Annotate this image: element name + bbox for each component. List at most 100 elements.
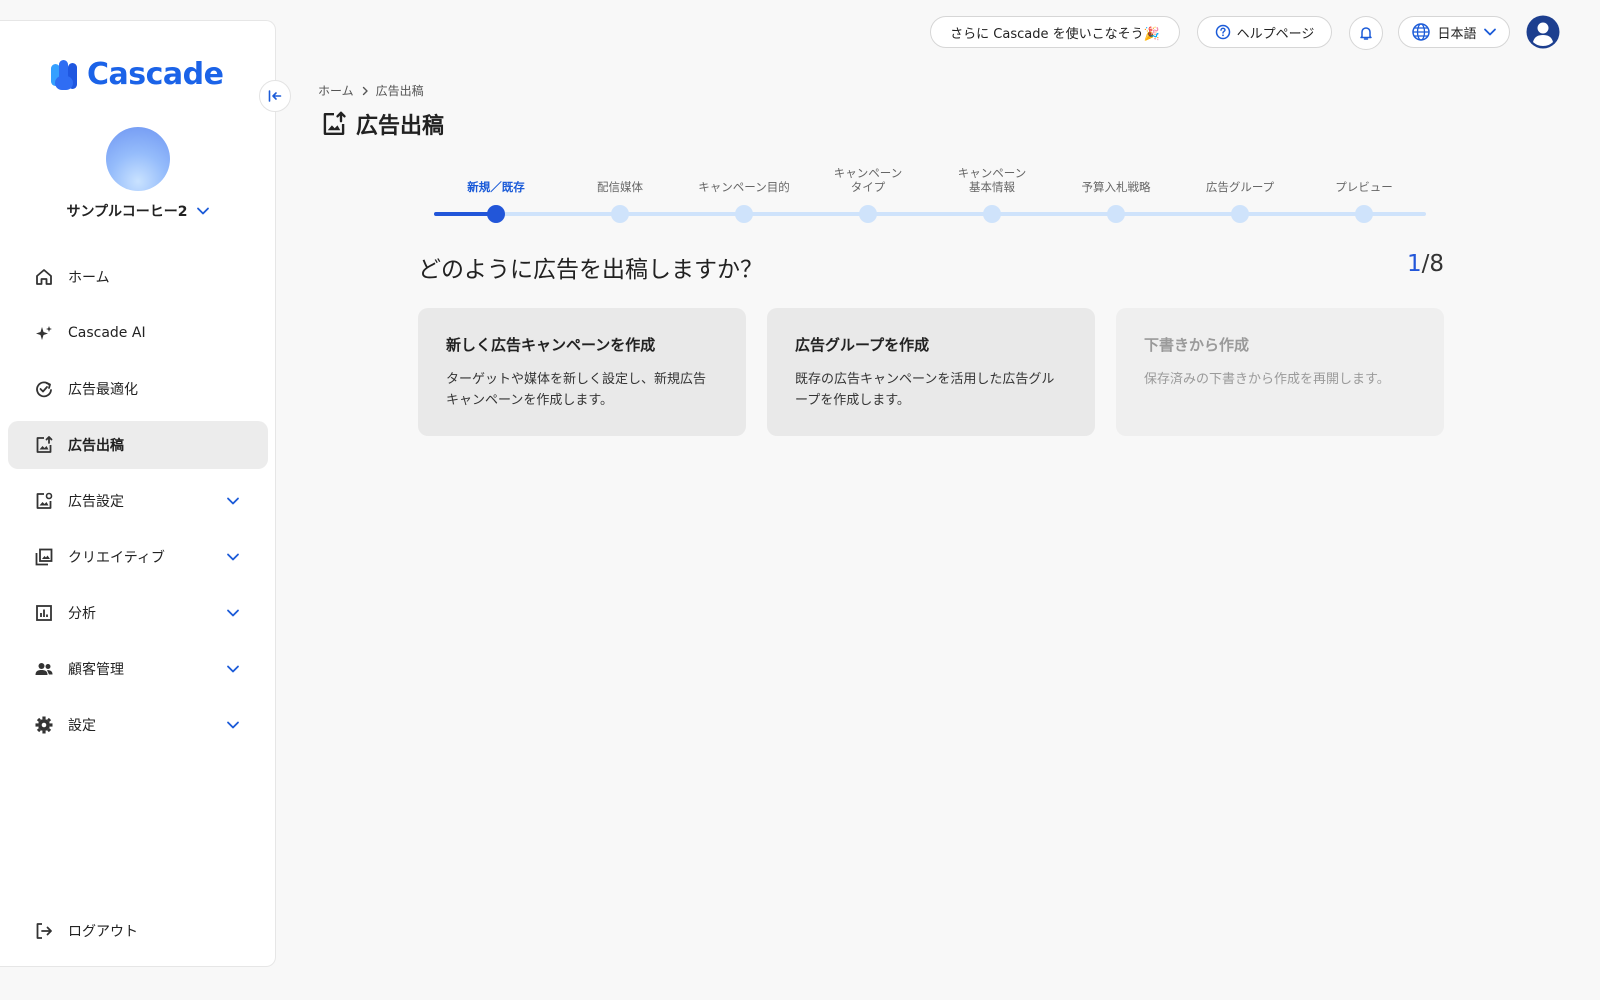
- option-title: 広告グループを作成: [795, 336, 930, 354]
- breadcrumb: ホーム 広告出稿: [318, 82, 424, 99]
- step-label-line1: キャンペーン: [957, 166, 1027, 180]
- sidebar-item-home[interactable]: ホーム: [8, 253, 268, 301]
- sidebar-item-label: 分析: [68, 606, 96, 622]
- sidebar-item-settings[interactable]: 設定: [8, 701, 268, 749]
- sidebar-item-ad-optimization[interactable]: 広告最適化: [8, 365, 268, 413]
- language-selector[interactable]: 日本語: [1398, 16, 1510, 48]
- step-label-line1: キャンペーン: [833, 166, 903, 180]
- option-from-draft-card: 下書きから作成 保存済みの下書きから作成を再開します。: [1116, 308, 1444, 436]
- step-dot: [611, 205, 629, 223]
- sidebar-item-creative[interactable]: クリエイティブ: [8, 533, 268, 581]
- step-label: キャンペーン 基本情報: [937, 166, 1047, 194]
- collapse-left-icon: [268, 90, 282, 102]
- breadcrumb-home[interactable]: ホーム: [318, 82, 354, 99]
- sparkle-icon: [34, 323, 54, 343]
- breadcrumb-current: 広告出稿: [375, 84, 424, 98]
- chevron-down-icon: [196, 207, 209, 215]
- option-ad-group-card[interactable]: 広告グループを作成 既存の広告キャンペーンを活用した広告グループを作成します。: [767, 308, 1095, 436]
- account-avatar: [106, 127, 170, 191]
- logout-label: ログアウト: [68, 924, 138, 940]
- sidebar-item-label: クリエイティブ: [68, 550, 165, 566]
- step-label: キャンペーン目的: [689, 180, 799, 194]
- step-label-line1: 予算入札戦略: [1081, 180, 1151, 194]
- step-counter: 1/8: [1390, 251, 1444, 277]
- globe-icon: [1412, 23, 1431, 41]
- step-label: キャンペーン タイプ: [813, 166, 923, 194]
- ad-settings-icon: [34, 491, 54, 511]
- notifications-button[interactable]: [1349, 16, 1383, 50]
- option-title: 下書きから作成: [1144, 336, 1250, 354]
- page-title: 広告出稿: [320, 108, 444, 140]
- sidebar-item-label: 広告設定: [68, 494, 124, 510]
- sidebar-item-label: 広告出稿: [68, 438, 124, 454]
- sidebar-item-customers[interactable]: 顧客管理: [8, 645, 268, 693]
- sidebar-item-cascade-ai[interactable]: Cascade AI: [8, 309, 268, 357]
- language-label: 日本語: [1437, 26, 1477, 42]
- chevron-down-icon: [227, 609, 239, 617]
- brand-logo[interactable]: Cascade: [51, 57, 224, 92]
- help-page-button[interactable]: ヘルプページ: [1197, 16, 1332, 48]
- sidebar-nav: ホーム Cascade AI 広告最適化 広告出稿 広告設定 クリエイティブ 分…: [8, 253, 268, 757]
- help-label: ヘルプページ: [1236, 26, 1315, 42]
- option-description: ターゲットや媒体を新しく設定し、新規広告キャンペーンを作成します。: [446, 372, 707, 408]
- step-dot: [1355, 205, 1373, 223]
- step-label-line1: 配信媒体: [597, 180, 643, 194]
- chevron-right-icon: [362, 86, 368, 95]
- logout-section: ログアウト: [8, 907, 268, 963]
- step-label-line1: キャンペーン目的: [698, 180, 790, 194]
- step-label: 新規／既存: [441, 180, 551, 194]
- account-switcher[interactable]: サンプルコーヒー2: [0, 201, 276, 221]
- sidebar-item-analytics[interactable]: 分析: [8, 589, 268, 637]
- chevron-down-icon: [227, 497, 239, 505]
- gallery-icon: [34, 547, 54, 567]
- step-label: 予算入札戦略: [1061, 180, 1171, 194]
- chart-icon: [34, 603, 54, 623]
- step-counter-total: /8: [1421, 251, 1444, 277]
- collapse-sidebar-button[interactable]: [259, 80, 291, 112]
- user-avatar-icon: [1526, 15, 1560, 49]
- step-dot: [983, 205, 1001, 223]
- option-description: 既存の広告キャンペーンを活用した広告グループを作成します。: [795, 372, 1055, 408]
- user-menu-button[interactable]: [1526, 15, 1560, 49]
- cascade-logo-icon: [51, 59, 81, 90]
- step-dot: [859, 205, 877, 223]
- bell-icon: [1360, 27, 1372, 40]
- sidebar-item-label: 設定: [68, 718, 96, 734]
- refresh-check-icon: [34, 379, 54, 399]
- step-dot: [1231, 205, 1249, 223]
- step-label-line2: 基本情報: [969, 180, 1015, 194]
- sidebar: Cascade サンプルコーヒー2 ホーム Cascade AI 広告最適化 広…: [0, 20, 276, 967]
- image-upload-icon: [34, 435, 54, 455]
- sidebar-item-ad-settings[interactable]: 広告設定: [8, 477, 268, 525]
- page-title-text: 広告出稿: [356, 114, 445, 139]
- chevron-down-icon: [227, 553, 239, 561]
- gear-icon: [34, 715, 54, 735]
- step-question: どのように広告を出稿しますか？: [418, 257, 763, 283]
- step-dot: [487, 205, 505, 223]
- sidebar-item-ad-publish[interactable]: 広告出稿: [8, 421, 268, 469]
- stepper-track: [434, 212, 1426, 216]
- step-label-line1: プレビュー: [1335, 180, 1393, 194]
- option-description: 保存済みの下書きから作成を再開します。: [1144, 372, 1390, 387]
- step-label-line2: タイプ: [850, 180, 886, 194]
- chevron-down-icon: [1483, 28, 1496, 36]
- option-title: 新しく広告キャンペーンを作成: [446, 336, 656, 354]
- chevron-down-icon: [227, 721, 239, 729]
- step-counter-current: 1: [1406, 251, 1422, 277]
- step-label-line1: 新規／既存: [467, 180, 525, 194]
- logout-button[interactable]: ログアウト: [8, 907, 268, 955]
- step-label: 広告グループ: [1185, 180, 1295, 194]
- step-label: 配信媒体: [565, 180, 675, 194]
- logout-icon: [34, 921, 54, 941]
- option-new-campaign-card[interactable]: 新しく広告キャンペーンを作成 ターゲットや媒体を新しく設定し、新規広告キャンペー…: [418, 308, 746, 436]
- step-dot: [735, 205, 753, 223]
- sidebar-item-label: ホーム: [68, 270, 110, 286]
- step-label-line1: 広告グループ: [1205, 180, 1275, 194]
- brand-name: Cascade: [87, 57, 224, 92]
- promo-button[interactable]: さらに Cascade を使いこなそう🎉: [930, 16, 1180, 48]
- home-icon: [34, 267, 54, 287]
- sidebar-item-label: 広告最適化: [68, 382, 138, 398]
- step-dot: [1107, 205, 1125, 223]
- help-icon: [1215, 24, 1230, 40]
- promo-label: さらに Cascade を使いこなそう🎉: [950, 26, 1160, 42]
